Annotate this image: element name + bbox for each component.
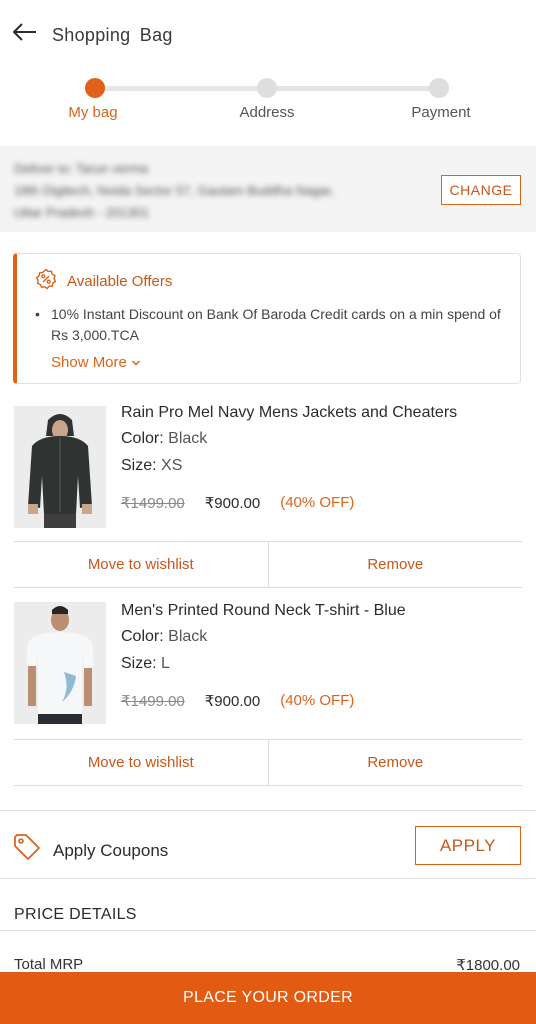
price-row: ₹1499.00 ₹900.00 (40% OFF)	[121, 494, 354, 512]
show-more-label: Show More	[51, 354, 127, 371]
move-to-wishlist-button[interactable]: Move to wishlist	[14, 542, 268, 587]
discount-percent: (40% OFF)	[280, 692, 355, 709]
header: Shopping Bag	[0, 0, 536, 70]
sale-price: ₹900.00	[204, 495, 261, 512]
step-connector	[95, 86, 267, 91]
step-connector	[267, 86, 439, 91]
apply-coupon-button[interactable]: APPLY	[415, 826, 521, 865]
apply-coupons-label: Apply Coupons	[53, 841, 169, 860]
price-details-heading: PRICE DETAILS	[14, 906, 137, 923]
offer-item: • 10% Instant Discount on Bank Of Baroda…	[35, 304, 505, 346]
coupon-tag-icon	[12, 832, 42, 867]
step-dot-my-bag	[85, 78, 105, 98]
size-value: L	[161, 655, 170, 672]
address-line: 18th Digitech, Noida Sector 57, Gautam B…	[14, 183, 335, 198]
back-arrow-icon[interactable]	[10, 18, 40, 46]
sale-price: ₹900.00	[204, 693, 261, 710]
size-value: XS	[161, 457, 183, 474]
offers-title: Available Offers	[67, 273, 173, 290]
item-actions: Move to wishlist Remove	[14, 541, 522, 588]
remove-button[interactable]: Remove	[267, 542, 523, 587]
product-size: Size: XS	[121, 457, 182, 475]
price-row: ₹1499.00 ₹900.00 (40% OFF)	[121, 692, 354, 710]
color-value: Black	[168, 628, 208, 645]
address-line: Uttar Pradesh - 201301	[14, 205, 150, 220]
step-label-payment[interactable]: Payment	[391, 104, 491, 121]
product-image-jacket[interactable]	[14, 406, 106, 528]
product-size: Size: L	[121, 655, 170, 673]
total-mrp-label: Total MRP	[14, 956, 84, 973]
color-label: Color:	[121, 628, 164, 645]
address-text: Deliver to: Tarun verma 18th Digitech, N…	[14, 158, 414, 224]
step-label-my-bag[interactable]: My bag	[43, 104, 143, 121]
product-name[interactable]: Men's Printed Round Neck T-shirt - Blue	[121, 602, 406, 620]
discount-percent: (40% OFF)	[280, 494, 355, 511]
size-label: Size:	[121, 655, 157, 672]
divider	[0, 930, 536, 931]
discount-icon	[35, 268, 57, 295]
product-name[interactable]: Rain Pro Mel Navy Mens Jackets and Cheat…	[121, 404, 457, 422]
divider	[0, 878, 536, 879]
original-price: ₹1499.00	[121, 495, 185, 512]
chevron-down-icon	[131, 354, 141, 371]
checkout-stepper: My bag Address Payment	[0, 70, 536, 130]
color-value: Black	[168, 430, 208, 447]
product-image-tshirt[interactable]	[14, 602, 106, 724]
available-offers-card: Available Offers • 10% Instant Discount …	[13, 253, 521, 384]
apply-coupons-row: Apply Coupons APPLY	[0, 812, 536, 878]
original-price: ₹1499.00	[121, 693, 185, 710]
step-dot-address	[257, 78, 277, 98]
product-color: Color: Black	[121, 430, 207, 448]
step-label-address[interactable]: Address	[217, 104, 317, 121]
move-to-wishlist-button[interactable]: Move to wishlist	[14, 740, 268, 785]
offer-text: 10% Instant Discount on Bank Of Baroda C…	[51, 306, 501, 343]
item-actions: Move to wishlist Remove	[14, 739, 522, 786]
product-color: Color: Black	[121, 628, 207, 646]
bullet-icon: •	[35, 306, 40, 322]
page-title: Shopping Bag	[52, 25, 173, 45]
remove-button[interactable]: Remove	[267, 740, 523, 785]
show-more-link[interactable]: Show More	[51, 354, 141, 371]
offers-header: Available Offers	[35, 268, 172, 295]
divider	[0, 810, 536, 811]
place-order-button[interactable]: PLACE YOUR ORDER	[0, 972, 536, 1024]
color-label: Color:	[121, 430, 164, 447]
step-dot-payment	[429, 78, 449, 98]
size-label: Size:	[121, 457, 157, 474]
address-line: Deliver to: Tarun verma	[14, 161, 149, 176]
change-address-button[interactable]: CHANGE	[441, 175, 521, 205]
